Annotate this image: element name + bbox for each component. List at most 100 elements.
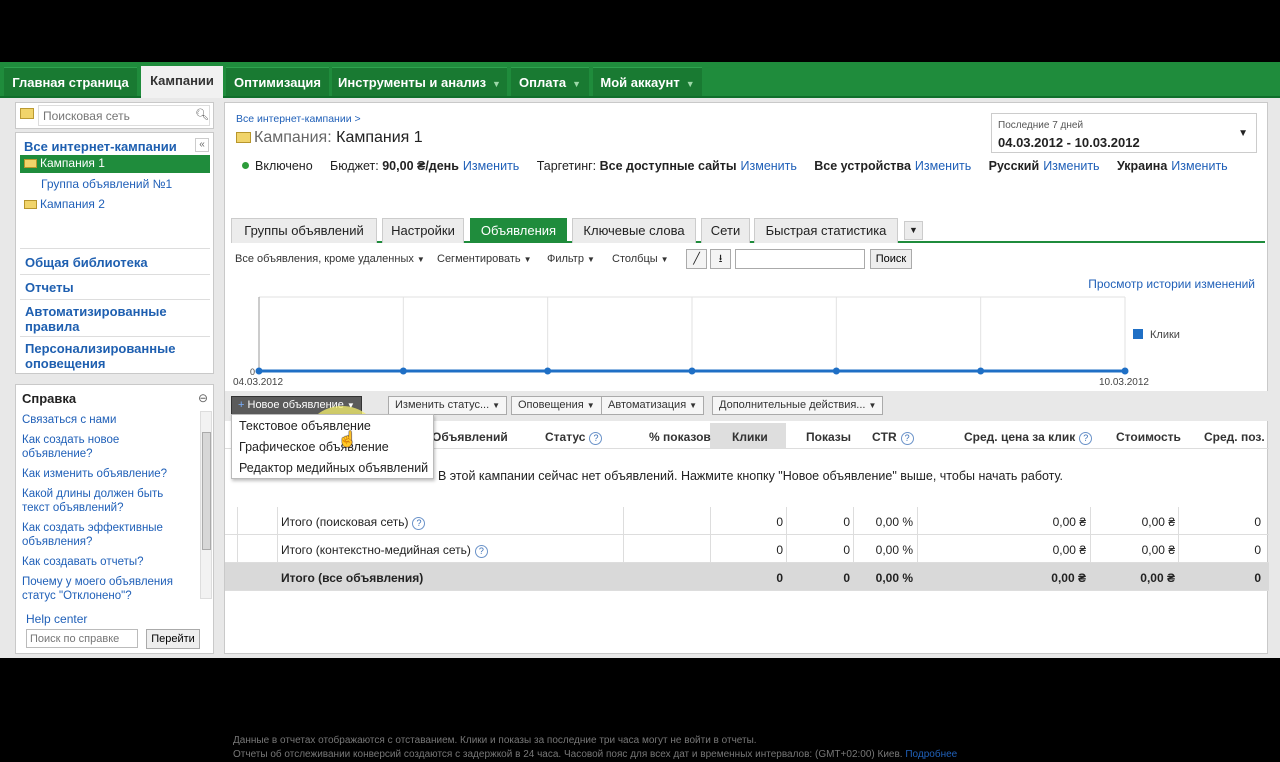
help-link-ad-length[interactable]: Какой длины должен быть текст объявлений… [22, 487, 192, 515]
chart-point [255, 367, 263, 375]
col-ctr-label: CTR [872, 430, 897, 444]
tabs-more-button[interactable]: ▼ [904, 221, 923, 240]
help-scrollbar-thumb[interactable] [202, 432, 211, 550]
col-avg-pos[interactable]: Сред. поз. [1204, 430, 1265, 444]
collapse-help-icon[interactable]: ⊖ [198, 391, 208, 405]
help-center-link[interactable]: Help center [26, 612, 87, 626]
edit-targeting-link[interactable]: Изменить [741, 159, 797, 173]
link-reports[interactable]: Отчеты [25, 280, 74, 295]
help-icon[interactable]: ? [900, 432, 914, 445]
change-status-label: Изменить статус... [395, 399, 490, 411]
row-avg-cpc: 0,00 ₴ [1051, 571, 1086, 585]
col-impr-share[interactable]: % показов [649, 430, 711, 444]
more-actions-button[interactable]: Дополнительные действия... ▼ [712, 396, 884, 415]
filter-dropdown[interactable]: Фильтр ▼ [547, 253, 595, 265]
tab-keywords[interactable]: Ключевые слова [572, 218, 696, 243]
help-icon[interactable]: ? [1079, 432, 1093, 445]
tree-item-campaign-2[interactable]: Кампания 2 [24, 197, 105, 211]
help-go-button[interactable]: Перейти [146, 629, 200, 649]
chevron-down-icon: ▼ [586, 401, 595, 410]
footer-line-1: Данные в отчетах отображаются с отставан… [233, 735, 757, 746]
more-actions-label: Дополнительные действия... [719, 399, 866, 411]
nav-tools[interactable]: Инструменты и анализ ▼ [332, 67, 507, 96]
tab-networks[interactable]: Сети [701, 218, 750, 243]
help-panel: Справка ⊖ Связаться с нами Как создать н… [15, 384, 214, 654]
tab-quick-stats[interactable]: Быстрая статистика [754, 218, 898, 243]
column-divider [623, 507, 624, 535]
column-divider [710, 507, 711, 535]
table-search-button[interactable]: Поиск [870, 249, 912, 269]
chart-x-tick-label: 10.03.2012 [1099, 377, 1149, 388]
footer-more-link[interactable]: Подробнее [905, 749, 957, 760]
performance-chart: 004.03.2012 10.03.2012 Клики [233, 296, 1180, 388]
help-link-effective-ads[interactable]: Как создать эффективные объявления? [22, 521, 192, 549]
column-divider [786, 507, 787, 535]
link-shared-library[interactable]: Общая библиотека [25, 255, 148, 270]
tree-item-adgroup-1[interactable]: Группа объявлений №1 [41, 177, 172, 191]
edit-devices-link[interactable]: Изменить [915, 159, 971, 173]
row-label: Итого (все объявления) [281, 571, 424, 585]
nav-campaigns[interactable]: Кампании [141, 66, 223, 98]
tree-all-campaigns[interactable]: Все интернет-кампании [24, 139, 177, 154]
tree-item-campaign-1[interactable]: Кампания 1 [24, 156, 105, 170]
help-icon[interactable]: ? [474, 545, 488, 558]
help-scrollbar[interactable] [200, 411, 212, 599]
column-divider [1178, 535, 1179, 563]
columns-dropdown[interactable]: Столбцы ▼ [612, 253, 669, 265]
chart-point [1121, 367, 1129, 375]
nav-campaigns-label: Кампании [150, 73, 214, 88]
column-divider [853, 507, 854, 535]
chart-point [544, 367, 552, 375]
help-link-reports[interactable]: Как создавать отчеты? [22, 555, 192, 569]
edit-language-link[interactable]: Изменить [1043, 159, 1099, 173]
download-icon[interactable]: ⭳ [710, 249, 731, 269]
col-ctr[interactable]: CTR? [872, 430, 914, 445]
help-link-edit-ad[interactable]: Как изменить объявление? [22, 467, 192, 481]
edit-country-link[interactable]: Изменить [1171, 159, 1227, 173]
help-link-create-ad[interactable]: Как создать новое объявление? [22, 433, 192, 461]
help-icon[interactable]: ? [412, 517, 426, 530]
menu-item-image-ad[interactable]: Графическое объявление [239, 440, 389, 454]
link-automated-rules[interactable]: Автоматизированные правила [25, 304, 200, 334]
tab-ads[interactable]: Объявления [470, 218, 567, 243]
chart-toggle-icon[interactable]: ╱ [686, 249, 707, 269]
table-search-input[interactable] [735, 249, 865, 269]
alerts-button[interactable]: Оповещения ▼ [511, 396, 602, 415]
col-impressions[interactable]: Показы [806, 430, 851, 444]
col-avg-cpc[interactable]: Сред. цена за клик? [964, 430, 1093, 445]
automation-button[interactable]: Автоматизация ▼ [601, 396, 705, 415]
link-alerts[interactable]: Персонализированные оповещения [25, 341, 205, 371]
nav-billing[interactable]: Оплата ▼ [511, 67, 589, 96]
col-ads[interactable]: Объявлений [432, 430, 508, 444]
collapse-sidebar-button[interactable]: « [195, 138, 209, 152]
col-cost[interactable]: Стоимость [1116, 430, 1181, 444]
row-cost: 0,00 ₴ [1141, 515, 1175, 529]
filter-all-ads-dropdown[interactable]: Все объявления, кроме удаленных ▼ [235, 253, 425, 265]
date-range-selector[interactable]: Последние 7 дней 04.03.2012 - 10.03.2012… [991, 113, 1257, 153]
nav-optimization-label: Оптимизация [233, 75, 322, 90]
nav-home-label: Главная страница [12, 75, 129, 90]
nav-account[interactable]: Мой аккаунт ▼ [593, 67, 702, 96]
change-status-button[interactable]: Изменить статус... ▼ [388, 396, 508, 415]
campaign-tabs: Группы объявлений Настройки Объявления К… [231, 218, 1265, 243]
menu-item-display-ad-builder[interactable]: Редактор медийных объявлений [239, 461, 428, 475]
nav-home[interactable]: Главная страница [4, 67, 137, 96]
table-row: Итого (поисковая сеть)? 0 0 0,00 % 0,00 … [225, 507, 1269, 535]
tab-settings[interactable]: Настройки [382, 218, 464, 243]
sidebar-search-input[interactable] [38, 105, 210, 126]
help-search-input[interactable] [26, 629, 138, 648]
col-status[interactable]: Статус? [545, 430, 603, 445]
tab-ad-groups[interactable]: Группы объявлений [231, 218, 377, 243]
row-label-text: Итого (поисковая сеть) [281, 515, 409, 529]
help-icon[interactable]: ? [589, 432, 603, 445]
row-impressions: 0 [843, 515, 850, 529]
breadcrumb[interactable]: Все интернет-кампании > [236, 113, 361, 125]
col-clicks[interactable]: Клики [732, 430, 768, 444]
help-link-contact[interactable]: Связаться с нами [22, 413, 192, 427]
edit-budget-link[interactable]: Изменить [463, 159, 519, 173]
nav-optimization[interactable]: Оптимизация [226, 67, 329, 96]
segment-dropdown[interactable]: Сегментировать ▼ [437, 253, 532, 265]
help-link-rejected[interactable]: Почему у моего объявления статус "Отклон… [22, 575, 192, 603]
automation-label: Автоматизация [608, 399, 687, 411]
search-icon[interactable]: 🔍︎ [195, 108, 209, 121]
